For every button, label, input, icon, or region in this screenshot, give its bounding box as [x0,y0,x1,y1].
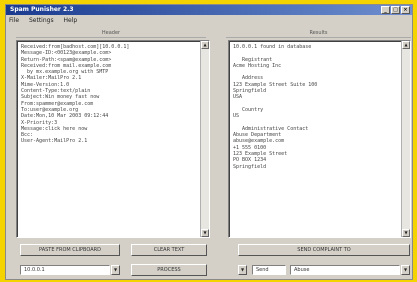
results-scrollbar[interactable]: ▲ ▼ [401,41,410,237]
chevron-down-icon[interactable]: ▼ [401,265,410,275]
menu-bar: File Settings Help [6,16,412,26]
send-field[interactable]: Send [252,265,286,275]
results-text: 10.0.0.1 found in database Registrant Ac… [233,44,318,170]
header-text: Received:from[badhost.com][10.0.0.1] Mes… [21,44,130,145]
scroll-up-icon[interactable]: ▲ [402,41,410,49]
header-column-label: Header [16,28,206,38]
send-complaint-button[interactable]: SEND COMPLAINT TO [238,244,410,256]
results-column-label: Results [226,28,411,38]
ip-field[interactable]: 10.0.0.1 [20,265,110,275]
app-window: Spam Punisher 2.3 _ □ × File Settings He… [5,4,413,280]
menu-help[interactable]: Help [64,17,78,24]
process-button[interactable]: PROCESS [131,264,207,276]
header-textarea[interactable]: Received:from[badhost.com][10.0.0.1] Mes… [16,40,210,238]
results-textarea[interactable]: 10.0.0.1 found in database Registrant Ac… [228,40,411,238]
menu-settings[interactable]: Settings [29,17,54,24]
clear-button[interactable]: CLEAR TEXT [131,244,207,256]
scroll-down-icon[interactable]: ▼ [201,229,209,237]
chevron-down-icon[interactable]: ▼ [111,265,120,275]
header-scrollbar[interactable]: ▲ ▼ [200,41,209,237]
scroll-down-icon[interactable]: ▼ [402,229,410,237]
scroll-up-icon[interactable]: ▲ [201,41,209,49]
chevron-down-icon[interactable]: ▼ [238,265,247,275]
minimize-icon[interactable]: _ [381,6,390,14]
title-bar: Spam Punisher 2.3 _ □ × [6,5,412,15]
paste-button[interactable]: PASTE FROM CLIPBOARD [20,244,120,256]
menu-file[interactable]: File [9,17,19,24]
recipient-field[interactable]: Abuse [290,265,400,275]
window-title: Spam Punisher 2.3 [10,6,74,13]
maximize-icon[interactable]: □ [391,6,400,14]
close-icon[interactable]: × [401,6,410,14]
